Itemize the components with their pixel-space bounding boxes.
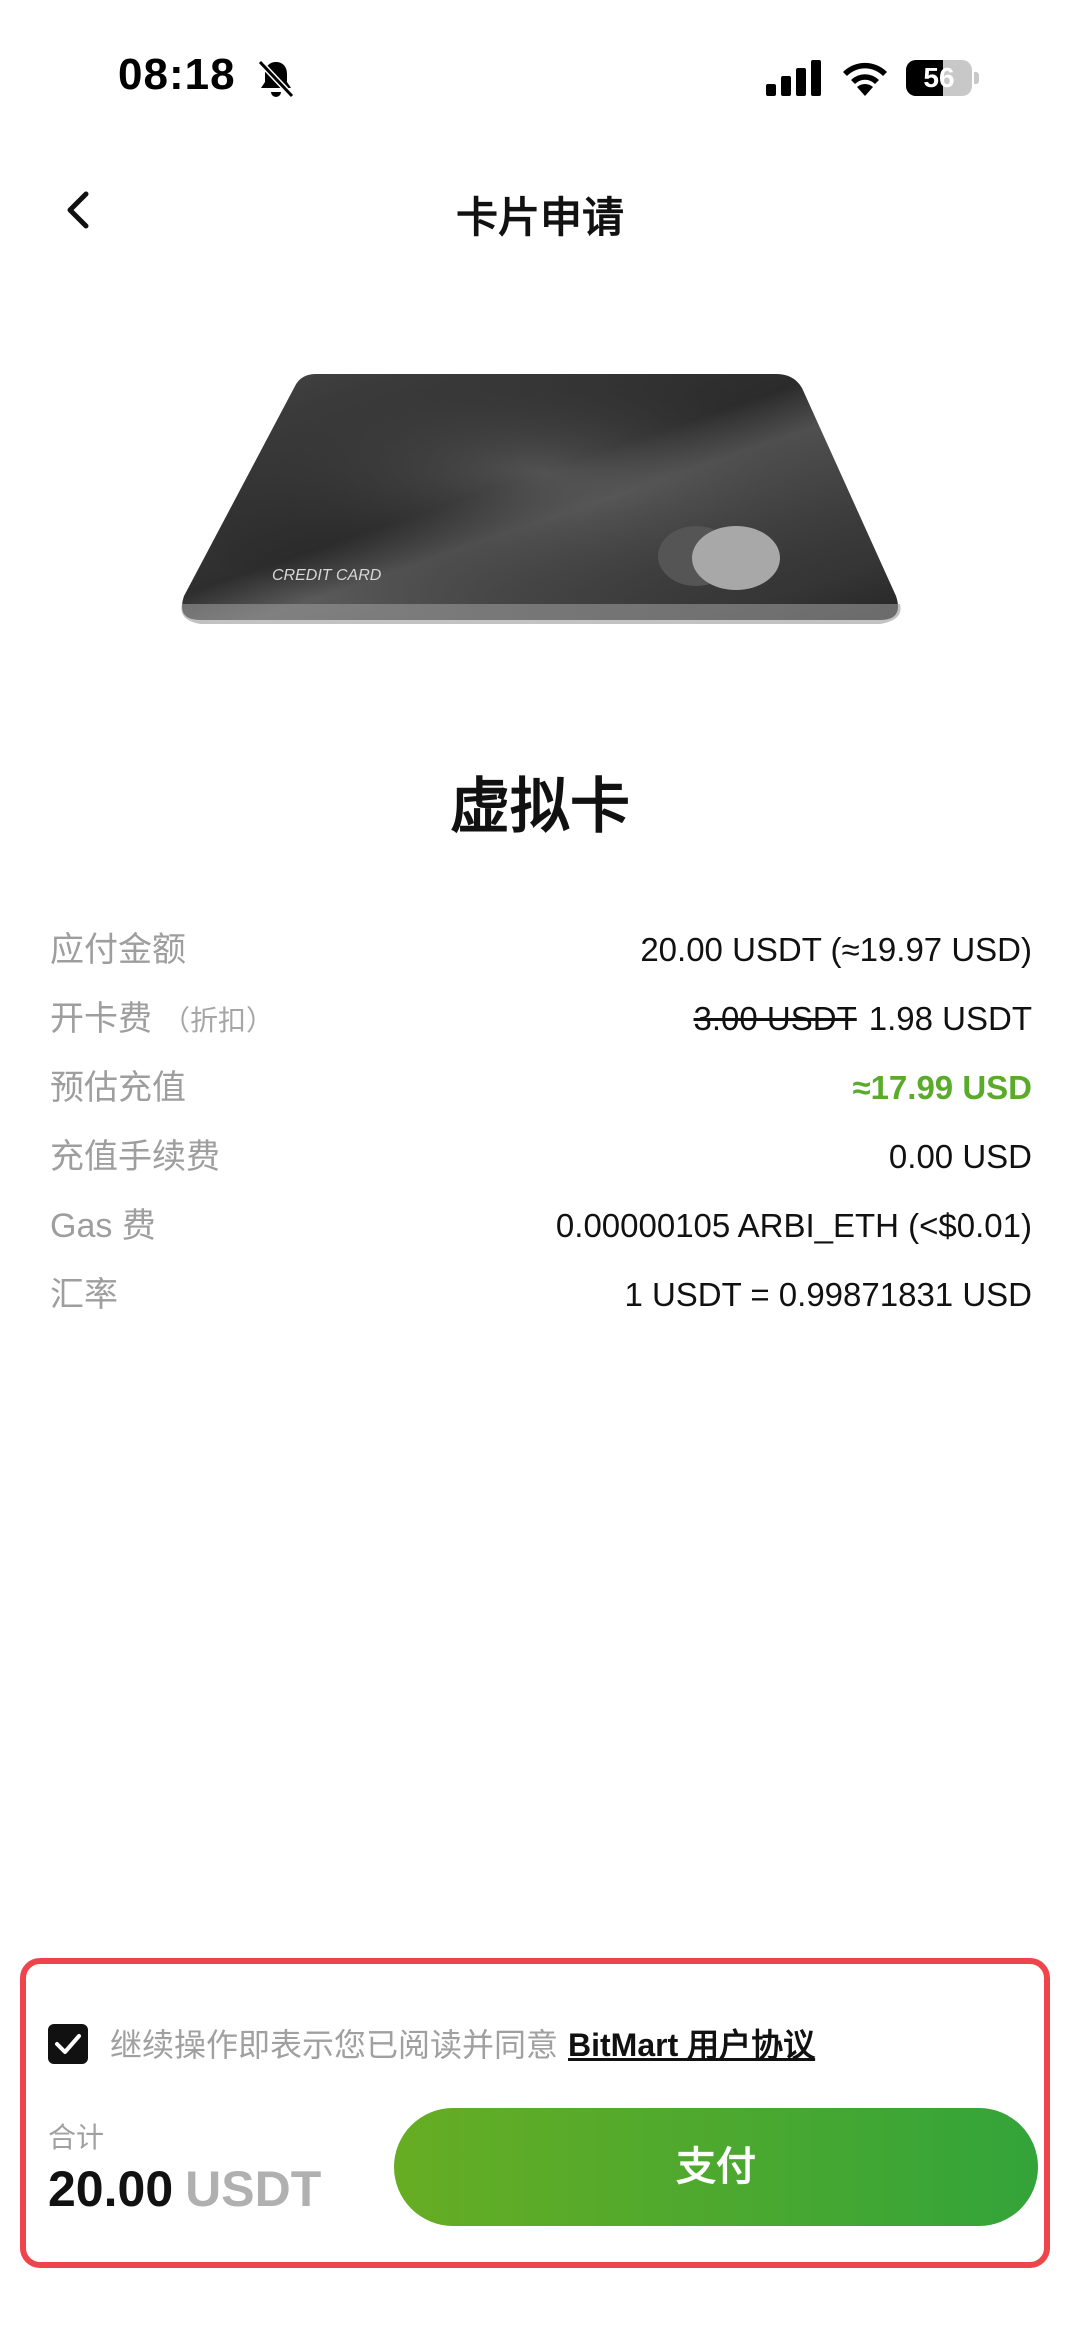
- detail-label-text: 开卡费: [50, 1000, 152, 1038]
- total-label: 合计: [48, 2122, 105, 2153]
- total-unit: USDT: [185, 2161, 322, 2217]
- discount-note: （折扣）: [162, 1005, 275, 1036]
- checkmark-icon: [55, 2034, 81, 2054]
- agreement-text: 继续操作即表示您已阅读并同意 BitMart 用户协议: [110, 2020, 815, 2070]
- detail-row-gas-fee: Gas 费 0.00000105 ARBI_ETH (<$0.01): [50, 1196, 1032, 1265]
- detail-value: 1 USDT = 0.99871831 USD: [624, 1276, 1032, 1313]
- page-title: 卡片申请: [455, 194, 624, 241]
- cellular-signal-icon: [766, 60, 821, 96]
- detail-value: 20.00 USDT (≈19.97 USD): [640, 931, 1032, 968]
- detail-value: 0.00000105 ARBI_ETH (<$0.01): [555, 1207, 1032, 1244]
- discounted-fee: 1.98 USDT: [868, 1000, 1032, 1037]
- pay-button[interactable]: 支付: [394, 2108, 1038, 2226]
- checkout-panel: 继续操作即表示您已阅读并同意 BitMart 用户协议 合计 20.00 USDT …: [20, 1958, 1050, 2268]
- detail-value: 0.00 USD: [888, 1138, 1032, 1175]
- detail-row-card-fee: 开卡费 （折扣） 3.00 USDT 1.98 USDT: [50, 989, 1032, 1058]
- original-fee: 3.00 USDT: [693, 1000, 857, 1037]
- detail-value: 3.00 USDT 1.98 USDT: [694, 989, 1032, 1049]
- battery-icon: 56: [906, 60, 980, 96]
- agreement-checkbox[interactable]: [48, 2024, 88, 2064]
- detail-row-estimated-topup: 预估充值 ≈17.99 USD: [50, 1058, 1032, 1127]
- nav-header: 卡片申请: [0, 160, 1080, 260]
- battery-level: 56: [923, 62, 955, 93]
- card-label: CREDIT CARD: [272, 567, 382, 584]
- detail-row-topup-fee: 充值手续费 0.00 USD: [50, 1127, 1032, 1196]
- payment-details: 应付金额 20.00 USDT (≈19.97 USD) 开卡费 （折扣） 3.0…: [50, 920, 1032, 1334]
- card-type-title: 虚拟卡: [450, 773, 630, 840]
- detail-row-exchange-rate: 汇率 1 USDT = 0.99871831 USD: [50, 1265, 1032, 1334]
- status-time: 08:18: [118, 50, 236, 99]
- wifi-icon: [843, 62, 887, 96]
- credit-card-image: CREDIT CARD: [181, 374, 901, 624]
- agreement-prefix: 继续操作即表示您已阅读并同意: [110, 2027, 559, 2063]
- detail-label: 汇率: [50, 1276, 118, 1314]
- detail-label: 开卡费 （折扣）: [50, 989, 274, 1051]
- detail-value: ≈17.99 USD: [852, 1069, 1032, 1106]
- detail-label: 应付金额: [50, 931, 186, 969]
- detail-label: Gas 费: [50, 1207, 156, 1245]
- detail-row-amount-due: 应付金额 20.00 USDT (≈19.97 USD): [50, 920, 1032, 989]
- user-agreement-link[interactable]: BitMart 用户协议: [568, 2027, 815, 2063]
- total-value: 20.00: [48, 2161, 174, 2217]
- agreement-row: 继续操作即表示您已阅读并同意 BitMart 用户协议: [48, 2020, 1028, 2070]
- status-bar: 08:18 56: [0, 0, 1080, 150]
- card-application-page: 08:18 56 卡片申请 CREDIT CARD 虚拟卡 应付金额 20.00…: [0, 0, 1080, 2346]
- bell-slash-icon: [257, 59, 295, 99]
- detail-label: 预估充值: [50, 1069, 186, 1107]
- total-amount: 20.00 USDT: [48, 2160, 321, 2218]
- detail-label: 充值手续费: [50, 1138, 220, 1176]
